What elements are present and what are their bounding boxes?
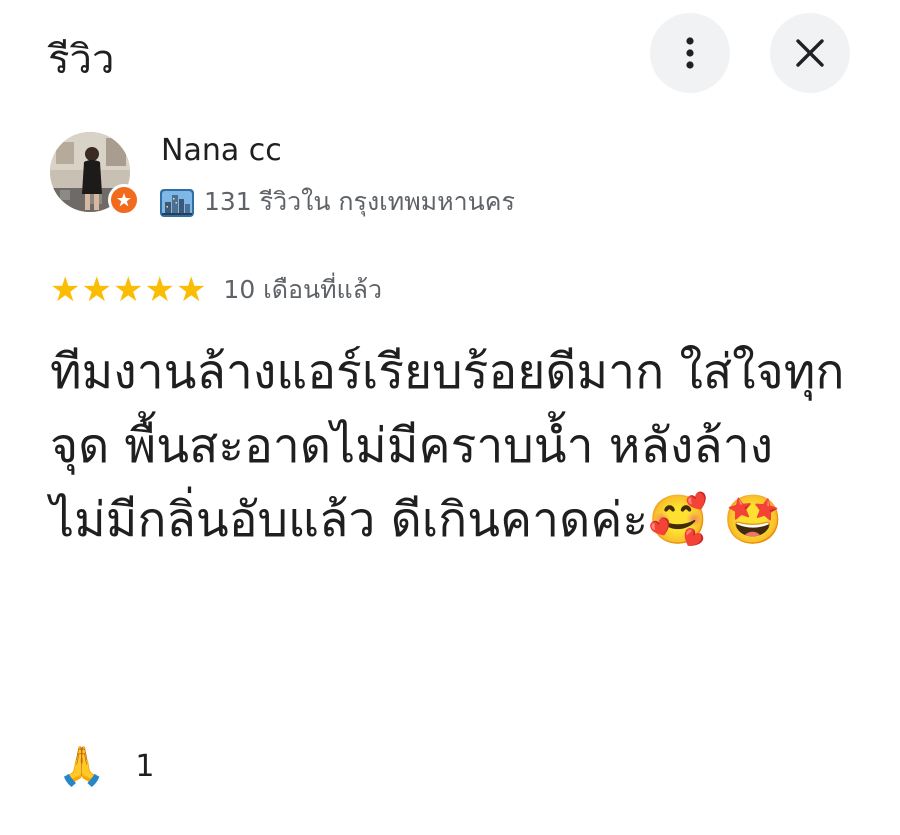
reaction-count: 1 — [135, 748, 155, 784]
more-vert-icon — [686, 37, 694, 69]
star-icon: ★ — [175, 270, 207, 310]
reviewer-meta: 131 รีวิวใน กรุงเทพมหานคร — [160, 184, 515, 220]
rating-row: ★ ★ ★ ★ ★ 10 เดือนที่แล้ว — [50, 270, 382, 310]
reviewer-avatar[interactable] — [50, 132, 140, 216]
reviewer-review-count: 131 รีวิวใน กรุงเทพมหานคร — [204, 187, 515, 216]
review-time: 10 เดือนที่แล้ว — [223, 275, 383, 304]
close-icon — [796, 39, 824, 67]
star-rating: ★ ★ ★ ★ ★ — [50, 270, 207, 310]
reviewer-name[interactable]: Nana cc — [161, 129, 282, 173]
star-icon: ★ — [112, 270, 144, 310]
page-title: รีวิว — [48, 37, 115, 83]
folded-hands-icon: 🙏 — [58, 744, 106, 788]
star-icon: ★ — [81, 270, 112, 310]
reaction-button[interactable]: 🙏 1 — [58, 740, 154, 792]
local-guide-badge-icon — [108, 184, 140, 216]
close-button[interactable] — [770, 13, 850, 93]
cityscape-icon — [160, 189, 194, 217]
star-icon: ★ — [50, 270, 81, 310]
more-options-button[interactable] — [650, 13, 730, 93]
review-text: ทีมงานล้างแอร์เรียบร้อยดีมาก ใส่ใจทุกจุด… — [50, 344, 845, 548]
star-icon: ★ — [144, 270, 175, 310]
